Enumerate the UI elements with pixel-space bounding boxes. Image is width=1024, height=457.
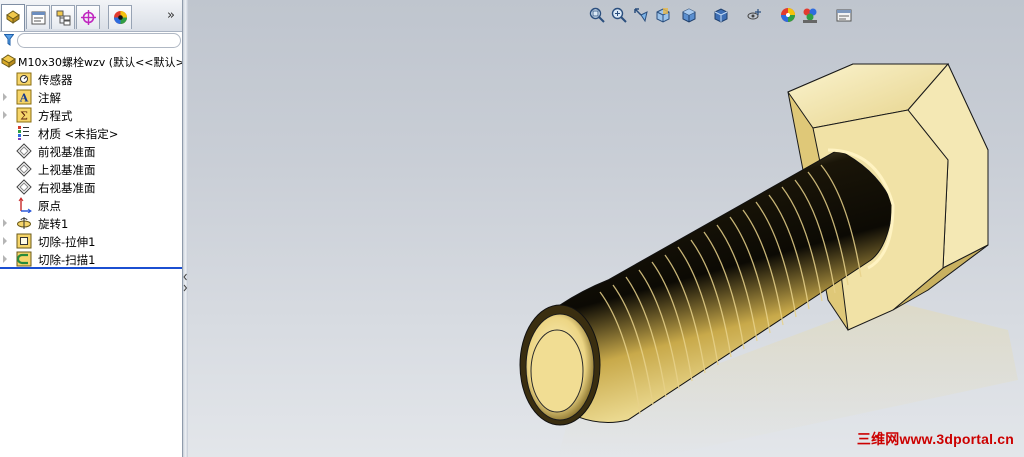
expand-arrow-icon[interactable] <box>3 237 7 245</box>
tree-root-label: M10x30螺栓wzv (默认<<默认>_ <box>18 56 182 69</box>
configuration-icon <box>56 10 71 26</box>
graphics-area[interactable]: 三维网www.3dportal.cn <box>188 0 1024 457</box>
tree-filter <box>0 32 182 49</box>
tree-item-label: 切除-拉伸1 <box>38 235 96 249</box>
tree-item-label: 前视基准面 <box>38 145 96 159</box>
annotation-icon: A <box>16 89 32 105</box>
revolve-icon <box>17 217 31 229</box>
feature-tree-icon <box>6 10 20 24</box>
configurationmanager-tab[interactable] <box>51 5 75 29</box>
cut-extrude-icon <box>16 233 32 249</box>
expand-arrow-icon[interactable] <box>3 255 7 263</box>
filter-icon[interactable] <box>4 34 14 46</box>
cut-sweep-icon <box>16 251 32 267</box>
plane-icon <box>16 161 32 177</box>
tree-item-label: 传感器 <box>38 73 73 87</box>
property-manager-icon <box>31 11 46 25</box>
tree-item-front-plane[interactable]: 前视基准面 <box>0 142 182 160</box>
expand-arrow-icon[interactable] <box>3 111 7 119</box>
svg-text:Σ: Σ <box>20 110 28 123</box>
tree-item-material[interactable]: 材质 <未指定> <box>0 124 182 142</box>
material-icon <box>18 126 29 140</box>
tree-item-equations[interactable]: Σ 方程式 <box>0 106 182 124</box>
tree-item-origin[interactable]: 原点 <box>0 196 182 214</box>
tree-item-label: 旋转1 <box>38 217 69 231</box>
appearance-icon <box>114 11 127 24</box>
featuremanager-tab[interactable] <box>1 4 25 31</box>
tree-item-cut-extrude1[interactable]: 切除-拉伸1 <box>0 232 182 250</box>
display-manager-tab[interactable] <box>108 5 132 29</box>
part-icon <box>1 54 16 68</box>
tree-item-revolve1[interactable]: 旋转1 <box>0 214 182 232</box>
tree-item-label: 上视基准面 <box>38 163 96 177</box>
tree-item-label: 材质 <未指定> <box>38 127 119 141</box>
tree-root-part[interactable]: M10x30螺栓wzv (默认<<默认>_ <box>0 52 182 70</box>
tree-item-annotations[interactable]: A 注解 <box>0 88 182 106</box>
equation-icon: Σ <box>16 107 32 123</box>
plane-icon <box>16 179 32 195</box>
dimxpert-icon <box>81 10 96 25</box>
tree-item-label: 右视基准面 <box>38 181 96 195</box>
origin-icon <box>18 197 32 213</box>
sensor-icon <box>16 72 32 86</box>
bolt-model[interactable] <box>188 0 1024 457</box>
tree-item-label: 切除-扫描1 <box>38 253 96 267</box>
dimxpert-tab[interactable] <box>76 5 100 29</box>
panel-tab-strip: » <box>0 0 182 32</box>
tree-item-sensors[interactable]: 传感器 <box>0 70 182 88</box>
rollback-bar[interactable] <box>0 267 182 269</box>
tree-item-right-plane[interactable]: 右视基准面 <box>0 178 182 196</box>
expand-arrow-icon[interactable] <box>3 219 7 227</box>
propertymanager-tab[interactable] <box>26 5 50 29</box>
tree-item-top-plane[interactable]: 上视基准面 <box>0 160 182 178</box>
tree-item-label: 注解 <box>38 91 61 105</box>
expand-arrow-icon[interactable] <box>3 93 7 101</box>
more-tabs-chevron[interactable]: » <box>167 8 175 23</box>
tree-item-label: 方程式 <box>38 109 73 123</box>
tree-item-label: 原点 <box>38 199 61 213</box>
filter-input[interactable] <box>17 33 181 48</box>
feature-manager-panel: » M10x30螺栓wzv (默认<<默认>_ 传感器 A 注解 Σ 方程式 材… <box>0 0 182 457</box>
plane-icon <box>16 143 32 159</box>
svg-text:A: A <box>19 92 29 105</box>
watermark-text: 三维网www.3dportal.cn <box>856 431 1014 447</box>
tree-item-cut-sweep1[interactable]: 切除-扫描1 <box>0 250 182 268</box>
